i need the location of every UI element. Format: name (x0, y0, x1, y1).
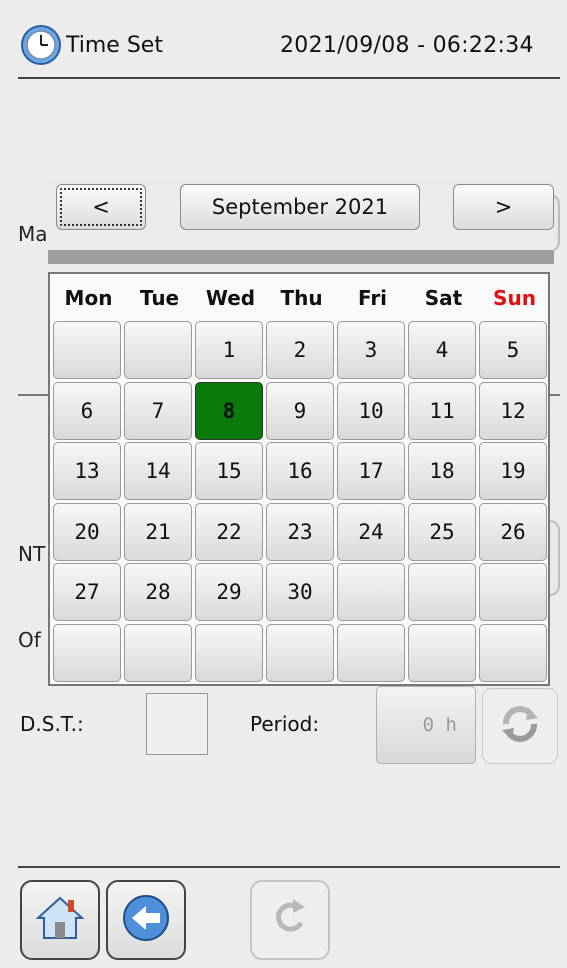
empty-day-cell (124, 623, 192, 682)
day-cell[interactable]: 27 (53, 563, 121, 621)
day-cell[interactable]: 30 (266, 563, 334, 621)
empty-day-cell (479, 623, 547, 682)
day-cell[interactable]: 9 (266, 381, 334, 440)
home-icon (34, 892, 86, 948)
day-cell[interactable]: 13 (53, 442, 121, 500)
day-cell[interactable]: 29 (195, 563, 263, 621)
period-field[interactable]: 0 h (376, 686, 476, 764)
day-cell[interactable]: 7 (124, 381, 192, 440)
day-cell[interactable]: 28 (124, 563, 192, 621)
day-cell[interactable]: 15 (195, 442, 263, 500)
dst-label: D.S.T.: (20, 712, 84, 736)
empty-day-cell (195, 623, 263, 682)
back-arrow-icon (120, 892, 172, 948)
calendar-navigation: < September 2021 > (48, 180, 554, 264)
day-cell[interactable]: 6 (53, 381, 121, 440)
empty-day-cell (53, 321, 121, 379)
day-cell[interactable]: 3 (337, 321, 405, 379)
day-cell[interactable]: 18 (408, 442, 476, 500)
day-cell[interactable]: 17 (337, 442, 405, 500)
redo-button[interactable] (250, 880, 330, 960)
dst-checkbox[interactable] (146, 693, 208, 755)
day-cell[interactable]: 25 (408, 502, 476, 561)
current-datetime: 2021/09/08 - 06:22:34 (280, 33, 534, 58)
empty-day-cell (337, 563, 405, 621)
weekday-header-4: Thu (280, 286, 323, 310)
home-button[interactable] (20, 880, 100, 960)
day-cell[interactable]: 1 (195, 321, 263, 379)
background-label-of: Of (18, 628, 41, 652)
day-cell[interactable]: 12 (479, 381, 547, 440)
month-year-button[interactable]: September 2021 (180, 184, 420, 230)
day-cell[interactable]: 11 (408, 381, 476, 440)
calendar-grid: Mon Tue Wed Thu Fri Sat Sun 1 2 3 4 5 6 7 8 9 10 11 12 13 14… (48, 272, 550, 686)
day-cell[interactable]: 21 (124, 502, 192, 561)
back-button[interactable] (106, 880, 186, 960)
day-cell[interactable]: 23 (266, 502, 334, 561)
day-cell[interactable]: 24 (337, 502, 405, 561)
day-cell[interactable]: 10 (337, 381, 405, 440)
day-cell[interactable]: 26 (479, 502, 547, 561)
day-cell[interactable]: 20 (53, 502, 121, 561)
empty-day-cell (266, 623, 334, 682)
weekday-header-2: Tue (139, 286, 180, 310)
weekday-header-7: Sun (493, 286, 536, 310)
period-label: Period: (250, 712, 320, 736)
background-divider-left (18, 394, 50, 396)
day-cell[interactable]: 19 (479, 442, 547, 500)
empty-day-cell (408, 563, 476, 621)
footer-divider (18, 866, 560, 868)
day-cell[interactable]: 4 (408, 321, 476, 379)
background-label-ma: Ma (18, 222, 48, 246)
clock-icon (20, 24, 62, 66)
weekday-header-1: Mon (64, 286, 113, 310)
day-cell[interactable]: 16 (266, 442, 334, 500)
previous-month-button[interactable]: < (56, 184, 146, 230)
background-divider-right (550, 394, 560, 396)
background-label-nt: NT (18, 542, 46, 566)
next-month-button[interactable]: > (453, 184, 554, 230)
refresh-icon (496, 700, 544, 752)
empty-day-cell (124, 321, 192, 379)
redo-icon (267, 895, 313, 945)
day-cell[interactable]: 2 (266, 321, 334, 379)
empty-day-cell (408, 623, 476, 682)
header-divider (18, 77, 560, 79)
page-title: Time Set (66, 33, 163, 58)
day-cell[interactable]: 22 (195, 502, 263, 561)
weekday-header-5: Fri (357, 286, 388, 310)
day-cell[interactable]: 5 (479, 321, 547, 379)
empty-day-cell (479, 563, 547, 621)
empty-day-cell (337, 623, 405, 682)
calendar-nav-divider (48, 250, 554, 264)
refresh-button[interactable] (482, 688, 558, 764)
weekday-header-6: Sat (424, 286, 463, 310)
weekday-header-3: Wed (205, 286, 256, 310)
day-cell[interactable]: 14 (124, 442, 192, 500)
day-cell-selected[interactable]: 8 (195, 381, 263, 440)
empty-day-cell (53, 623, 121, 682)
